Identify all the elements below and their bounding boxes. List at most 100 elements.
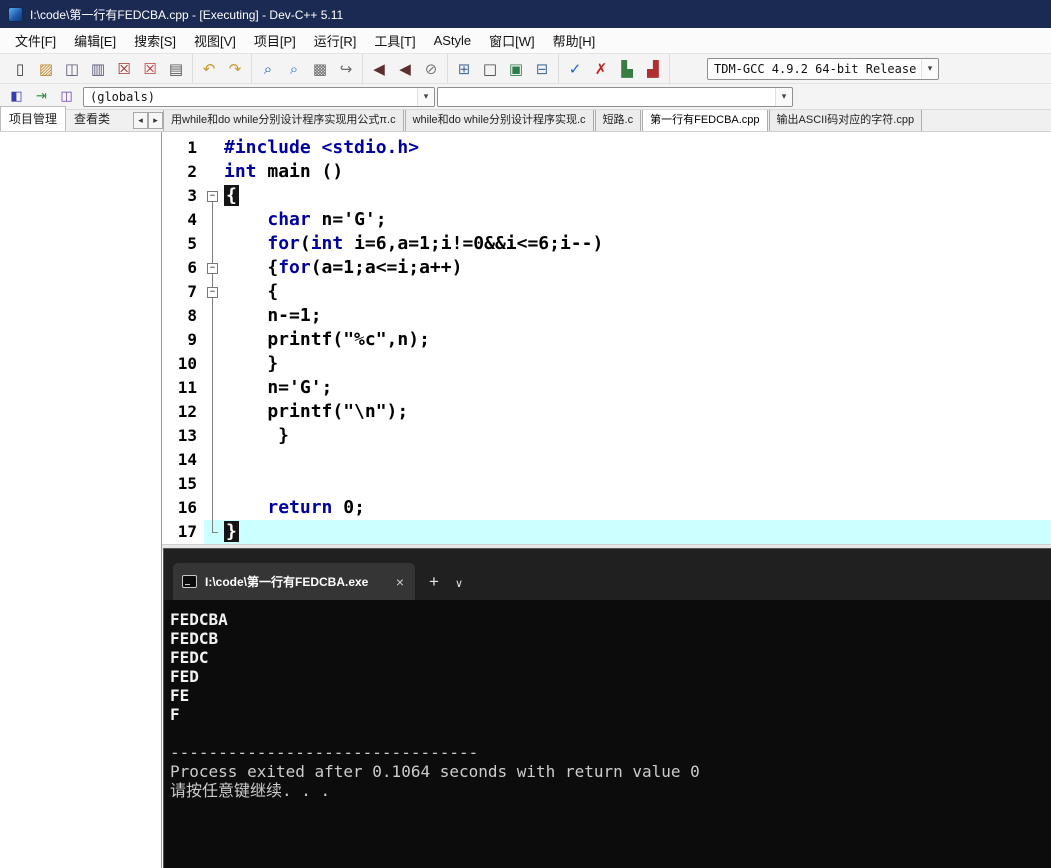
editor-tab-4[interactable]: 输出ASCII码对应的字符.cpp [768,110,923,131]
terminal-line-3: FED [170,667,199,686]
terminal-titlebar[interactable]: I:\code\第一行有FEDCBA.exe × + ∨ [164,549,1051,600]
tab-row: 项目管理 查看类 ◂ ▸ 用while和do while分别设计程序实现用公式π… [0,106,1051,132]
code-text: { [224,185,239,206]
menu-item-1[interactable]: 编辑[E] [65,27,125,54]
editor-tab-2[interactable]: 短路.c [594,110,642,131]
fold-collapse-icon[interactable]: − [207,191,218,202]
code-text: n-=1; [224,305,322,326]
save-button[interactable]: ◫ [59,57,85,81]
code-line-5: 5 for(int i=6,a=1;i!=0&&i<=6;i--) [162,232,1051,256]
close-all-button[interactable]: ☒ [137,57,163,81]
menu-item-9[interactable]: 帮助[H] [544,27,605,54]
new-file-button[interactable]: ▯ [7,57,33,81]
line-number: 8 [162,304,204,328]
menu-item-7[interactable]: AStyle [425,29,481,52]
class-toolbar: ◧ ⇥ ◫ (globals) ▾ ▾ [0,84,1051,110]
editor-tab-3[interactable]: 第一行有FEDCBA.cpp [642,110,768,131]
code-line-17: 17} [162,520,1051,544]
editor-tab-1[interactable]: while和do while分别设计程序实现.c [404,110,594,131]
fold-margin[interactable]: − [204,184,221,208]
print-button[interactable]: ▤ [163,57,189,81]
terminal-tab-title: I:\code\第一行有FEDCBA.exe [205,575,369,589]
code-text: } [224,425,290,446]
members-select[interactable]: ▾ [437,86,793,107]
panel-scroll-left-icon[interactable]: ◂ [133,112,148,129]
chevron-down-icon: ▾ [417,87,434,106]
menu-item-5[interactable]: 运行[R] [305,27,366,54]
line-number: 10 [162,352,204,376]
fold-margin[interactable]: − [204,280,221,304]
line-number: 17 [162,520,204,544]
compiler-select[interactable]: TDM-GCC 4.9.2 64-bit Release ▾ [707,57,939,80]
terminal-line-5: F [170,705,180,724]
editor-tabbar: 用while和do while分别设计程序实现用公式π.c while和do wh… [163,110,1051,131]
redo-button[interactable]: ↷ [222,57,248,81]
syntax-check-button[interactable]: ✓ [562,57,588,81]
tab-class-viewer[interactable]: 查看类 [66,107,118,131]
replace-button[interactable]: ▩ [307,57,333,81]
class-browser-button[interactable]: ◫ [54,86,79,107]
goto-implementation-button[interactable]: ⇥ [29,86,54,107]
compile-button[interactable]: ⊞ [451,57,477,81]
line-number: 7 [162,280,204,304]
menu-item-2[interactable]: 搜索[S] [125,27,185,54]
menu-item-0[interactable]: 文件[F] [6,27,65,54]
project-panel [0,132,162,868]
toolbar-group: ✓ ✗ ▙ ▟ [559,54,670,83]
menu-item-8[interactable]: 窗口[W] [480,27,544,54]
find-button[interactable]: ⌕ [255,57,281,81]
fold-collapse-icon[interactable]: − [207,287,218,298]
forward-button[interactable]: ◀ [392,57,418,81]
close-tab-icon[interactable]: × [394,574,406,590]
compile-run-button[interactable]: ▣ [503,57,529,81]
fold-margin[interactable]: − [204,256,221,280]
rebuild-button[interactable]: ⊟ [529,57,555,81]
code-text: {for(a=1;a<=i;a++) [224,257,463,278]
fold-collapse-icon[interactable]: − [207,263,218,274]
line-number: 12 [162,400,204,424]
code-text: return 0; [267,497,365,518]
code-line-2: 2 int main () [162,160,1051,184]
line-number: 1 [162,136,204,160]
new-tab-button[interactable]: + [429,572,439,592]
fold-margin [204,472,221,496]
save-all-button[interactable]: ▥ [85,57,111,81]
tab-dropdown-icon[interactable]: ∨ [455,577,463,590]
editor-tab-0[interactable]: 用while和do while分别设计程序实现用公式π.c [163,110,404,131]
profile-button[interactable]: ▙ [614,57,640,81]
fold-margin [204,448,221,472]
menu-item-6[interactable]: 工具[T] [365,27,424,54]
run-button[interactable]: □ [477,57,503,81]
globals-select[interactable]: (globals) ▾ [83,86,435,107]
goto-line-button[interactable]: ↪ [333,57,359,81]
fold-margin [204,520,221,544]
menu-item-4[interactable]: 项目[P] [245,27,305,54]
goto-declaration-button[interactable]: ◧ [4,86,29,107]
code-line-4: 4 char n='G'; [162,208,1051,232]
code-line-9: 9 printf("%c",n); [162,328,1051,352]
panel-scroll-right-icon[interactable]: ▸ [148,112,163,129]
menu-item-3[interactable]: 视图[V] [185,27,245,54]
tab-project-manager[interactable]: 项目管理 [0,106,67,131]
terminal-line-2: FEDC [170,648,209,667]
undo-button[interactable]: ↶ [196,57,222,81]
code-line-8: 8 n-=1; [162,304,1051,328]
code-area[interactable]: 1 #include <stdio.h> 2 int main () 3−{4 char… [162,132,1051,544]
stop-execution-button[interactable]: ✗ [588,57,614,81]
fold-margin [204,232,221,256]
back-button[interactable]: ◀ [366,57,392,81]
abort-button[interactable]: ⊘ [418,57,444,81]
close-file-button[interactable]: ☒ [111,57,137,81]
titlebar[interactable]: I:\code\第一行有FEDCBA.cpp - [Executing] - D… [0,0,1051,28]
open-file-button[interactable]: ▨ [33,57,59,81]
line-number: 6 [162,256,204,280]
terminal-line-1: FEDCB [170,629,219,648]
profile-analysis-button[interactable]: ▟ [640,57,666,81]
terminal-line-0: FEDCBA [170,610,228,629]
line-number: 9 [162,328,204,352]
terminal-tab[interactable]: I:\code\第一行有FEDCBA.exe × [173,563,415,600]
fold-margin [204,400,221,424]
code-text: { [224,281,279,302]
code-text: } [221,520,1051,544]
find-in-files-button[interactable]: ⌕ [281,57,307,81]
